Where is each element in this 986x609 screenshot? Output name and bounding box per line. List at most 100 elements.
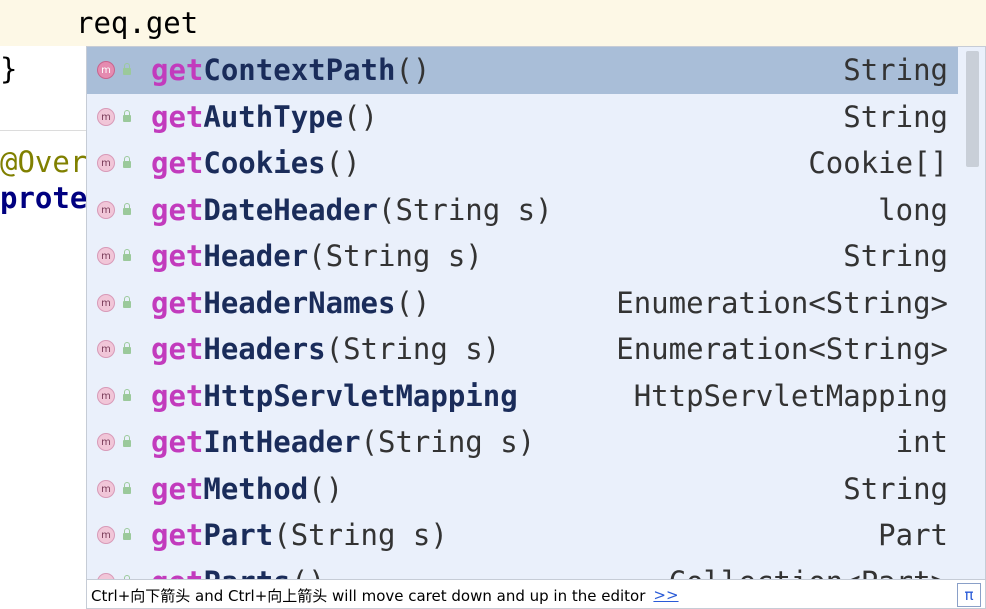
item-method-name: Header — [203, 239, 309, 274]
completion-item[interactable]: m getContextPath() String — [87, 47, 958, 94]
scrollbar-thumb[interactable] — [966, 51, 979, 167]
item-params: (String s) — [378, 192, 553, 227]
lock-icon — [121, 156, 133, 170]
item-icons: m — [87, 479, 151, 498]
item-return-type: String — [843, 53, 948, 88]
item-return-type: Cookie[] — [808, 146, 948, 181]
item-name: getHeaders(String s) — [151, 332, 616, 366]
item-icons: m — [87, 200, 151, 219]
completion-footer: Ctrl+向下箭头 and Ctrl+向上箭头 will move caret … — [87, 579, 985, 608]
method-separator — [0, 130, 88, 131]
item-name: getPart(String s) — [151, 518, 878, 552]
method-icon: m — [97, 247, 115, 266]
footer-more-link[interactable]: >> — [653, 586, 678, 604]
lock-icon — [121, 202, 133, 217]
item-return-type: Enumeration<String> — [616, 332, 948, 367]
item-return-type: Collection<Part> — [669, 565, 958, 579]
typed-code-line[interactable]: req.get — [76, 0, 198, 46]
item-icons: m — [87, 526, 151, 545]
method-icon: m — [97, 386, 115, 405]
completion-item[interactable]: m getHeader(String s) String — [87, 233, 958, 280]
lock-icon — [121, 63, 133, 77]
item-return-type: long — [878, 192, 948, 227]
item-icons: m — [87, 61, 151, 80]
pi-button[interactable]: π — [957, 583, 981, 607]
completion-item[interactable]: m getDateHeader(String s) long — [87, 187, 958, 234]
item-params: () — [308, 471, 344, 506]
completion-item[interactable]: m getIntHeader(String s) int — [87, 419, 958, 466]
item-method-name: Cookies — [203, 146, 326, 181]
completion-item[interactable]: m getHeaderNames() Enumeration<String> — [87, 280, 958, 327]
lock-icon — [121, 481, 133, 496]
item-match-text: get — [151, 378, 204, 413]
item-return-type: String — [843, 471, 948, 506]
item-return-type: String — [843, 239, 948, 274]
item-match-text: get — [151, 192, 204, 227]
item-method-name: HeaderNames — [203, 285, 396, 320]
completion-item[interactable]: m getPart(String s) Part — [87, 512, 958, 559]
item-return-type: HttpServletMapping — [633, 378, 948, 413]
item-return-type: Enumeration<String> — [616, 285, 948, 320]
item-match-text: get — [151, 425, 204, 460]
item-match-text: get — [151, 146, 204, 181]
item-match-text: get — [151, 332, 204, 367]
method-icon: m — [97, 479, 115, 498]
item-match-text: get — [151, 99, 204, 134]
item-icons: m — [87, 247, 151, 266]
item-method-name: ContextPath — [203, 53, 396, 88]
method-icon: m — [97, 61, 115, 80]
item-name: getMethod() — [151, 472, 843, 506]
item-name: getContextPath() — [151, 53, 843, 87]
keyword-text: prote — [0, 181, 88, 215]
completion-list[interactable]: m getContextPath() String m getAuthType() Str… — [87, 47, 958, 579]
completion-popup[interactable]: m getContextPath() String m getAuthType() Str… — [86, 46, 986, 609]
item-params: () — [395, 53, 431, 88]
code-editor[interactable]: req.get } @Over prote m getContextPath() S… — [0, 0, 986, 609]
lock-icon — [121, 109, 133, 124]
item-icons: m — [87, 340, 151, 359]
completion-item[interactable]: m getCookies() Cookie[] — [87, 140, 958, 187]
completion-item[interactable]: mgetParts()Collection<Part> — [87, 559, 958, 579]
completion-item[interactable]: m getHttpServletMapping HttpServletMapping — [87, 373, 958, 420]
method-icon: m — [97, 340, 115, 359]
completion-item[interactable]: m getHeaders(String s) Enumeration<String> — [87, 326, 958, 373]
item-match-text: get — [151, 518, 204, 553]
item-name: getAuthType() — [151, 100, 843, 134]
item-params: () — [325, 146, 361, 181]
item-icons: m — [87, 386, 151, 405]
lock-icon — [121, 435, 133, 449]
footer-hint: Ctrl+向下箭头 and Ctrl+向上箭头 will move caret … — [91, 586, 646, 605]
item-name: getIntHeader(String s) — [151, 425, 896, 459]
completion-item[interactable]: m getMethod() String — [87, 466, 958, 513]
item-method-name: Method — [203, 471, 309, 506]
item-method-name: Headers — [203, 332, 326, 367]
method-icon: m — [97, 293, 115, 312]
lock-icon — [121, 528, 133, 542]
item-name: getCookies() — [151, 146, 808, 180]
item-return-type: String — [843, 99, 948, 134]
item-icons: m — [87, 107, 151, 126]
lock-icon — [121, 249, 133, 263]
item-match-text: get — [151, 565, 203, 579]
method-icon: m — [97, 526, 115, 545]
item-match-text: get — [151, 471, 204, 506]
item-method-name: DateHeader — [203, 192, 378, 227]
item-name: getParts() — [151, 565, 669, 579]
item-icons: m — [87, 154, 151, 173]
method-icon: m — [97, 107, 115, 126]
completion-scrollbar[interactable] — [958, 47, 985, 579]
lock-icon — [121, 342, 133, 356]
item-name: getDateHeader(String s) — [151, 193, 878, 227]
lock-icon — [121, 295, 133, 310]
item-name: getHttpServletMapping — [151, 379, 634, 413]
item-params: (String s) — [273, 518, 448, 553]
closing-brace: } — [0, 52, 18, 86]
item-params: (String s) — [360, 425, 536, 460]
item-return-type: Part — [878, 518, 948, 553]
method-icon: m — [97, 433, 115, 452]
method-icon: m — [97, 154, 115, 173]
item-method-name: Parts — [203, 565, 290, 579]
completion-item[interactable]: m getAuthType() String — [87, 94, 958, 141]
item-params: (String s) — [325, 332, 501, 367]
item-return-type: int — [895, 425, 948, 460]
